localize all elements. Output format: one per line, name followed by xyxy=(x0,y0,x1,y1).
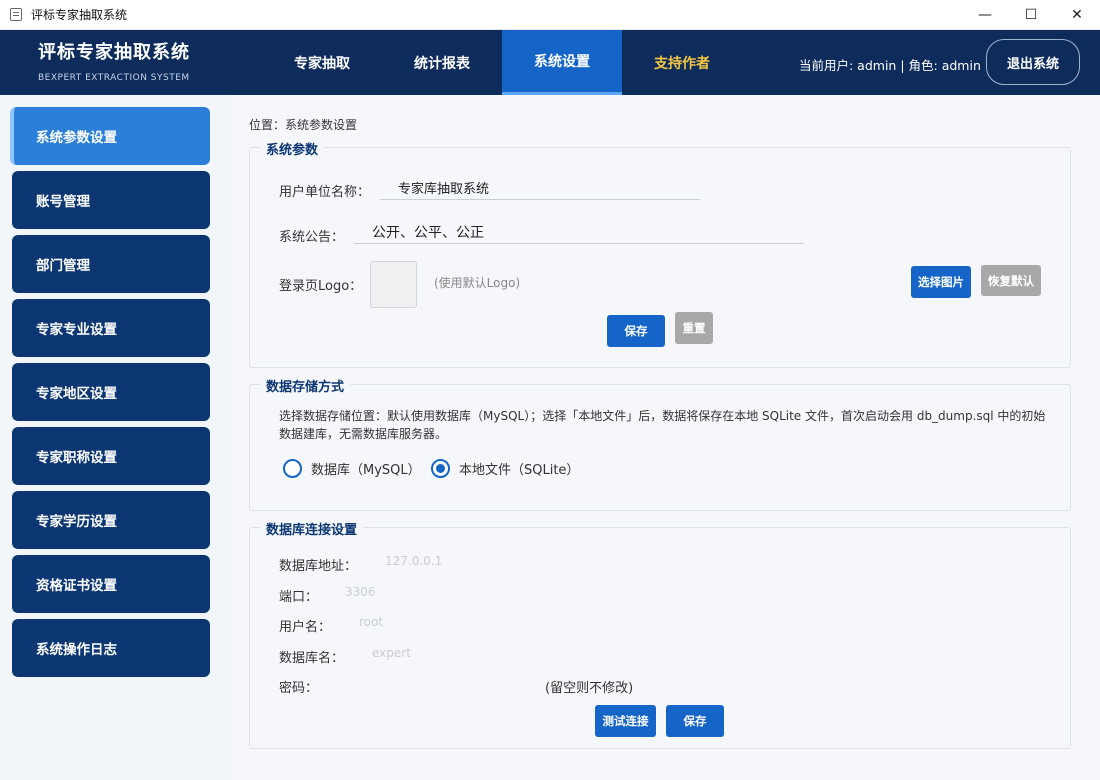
db-host-label: 数据库地址： xyxy=(279,559,358,574)
radio-mysql[interactable]: 数据库（MySQL） xyxy=(283,459,421,478)
logout-button[interactable]: 退出系统 xyxy=(986,39,1080,85)
sidebar-item-title[interactable]: 专家职称设置 xyxy=(12,427,210,485)
db-connection-group: 数据库连接设置 数据库地址： 127.0.0.1 端口： 3306 用户名： r… xyxy=(249,519,1071,749)
select-image-button[interactable]: 选择图片 xyxy=(911,266,971,298)
db-user-label: 用户名： xyxy=(279,620,332,635)
nav-system-settings[interactable]: 系统设置 xyxy=(502,30,622,95)
breadcrumb: 位置：系统参数设置 xyxy=(249,118,358,132)
logo-preview xyxy=(370,261,417,308)
notice-input[interactable]: 公开、公平、公正 xyxy=(354,220,804,244)
logo-label: 登录页Logo： xyxy=(279,279,363,294)
nav-expert-extraction[interactable]: 专家抽取 xyxy=(262,30,382,95)
top-nav: 专家抽取 统计报表 系统设置 支持作者 xyxy=(262,30,742,95)
sidebar-item-education[interactable]: 专家学历设置 xyxy=(12,491,210,549)
db-host-input[interactable]: 127.0.0.1 xyxy=(385,554,442,568)
sidebar-item-department[interactable]: 部门管理 xyxy=(12,235,210,293)
db-password-hint: (留空则不修改) xyxy=(545,681,634,696)
app-icon xyxy=(10,8,22,21)
storage-group: 数据存储方式 选择数据存储位置：默认使用数据库（MySQL）；选择「本地文件」后… xyxy=(249,376,1071,511)
sidebar-item-operation-log[interactable]: 系统操作日志 xyxy=(12,619,210,677)
nav-statistics-report[interactable]: 统计报表 xyxy=(382,30,502,95)
minimize-button[interactable]: — xyxy=(962,0,1008,30)
storage-title: 数据存储方式 xyxy=(260,376,351,395)
org-name-label: 用户单位名称： xyxy=(279,185,371,200)
system-params-group: 系统参数 用户单位名称： 专家库抽取系统 系统公告： 公开、公平、公正 登录页L… xyxy=(249,139,1071,368)
radio-sqlite[interactable]: 本地文件（SQLite） xyxy=(431,459,579,478)
save-db-button[interactable]: 保存 xyxy=(666,705,724,737)
sidebar-item-certificate[interactable]: 资格证书设置 xyxy=(12,555,210,613)
app-header: 评标专家抽取系统 BEXPERT EXTRACTION SYSTEM 专家抽取 … xyxy=(0,30,1100,95)
sidebar-item-region[interactable]: 专家地区设置 xyxy=(12,363,210,421)
window-controls: — ☐ ✕ xyxy=(962,0,1100,30)
org-name-input[interactable]: 专家库抽取系统 xyxy=(380,176,700,200)
window-titlebar: 评标专家抽取系统 — ☐ ✕ xyxy=(0,0,1100,30)
radio-sqlite-indicator[interactable] xyxy=(431,459,450,478)
app-title: 评标专家抽取系统 xyxy=(38,42,190,63)
main-content: 位置：系统参数设置 系统参数 用户单位名称： 专家库抽取系统 系统公告： 公开、… xyxy=(230,95,1100,780)
db-name-input[interactable]: expert xyxy=(372,646,411,660)
logo-hint: (使用默认Logo) xyxy=(434,276,521,290)
storage-description: 选择数据存储位置：默认使用数据库（MySQL）；选择「本地文件」后，数据将保存在… xyxy=(279,409,1046,441)
close-button[interactable]: ✕ xyxy=(1054,0,1100,30)
restore-default-button[interactable]: 恢复默认 xyxy=(981,265,1041,296)
app-subtitle: BEXPERT EXTRACTION SYSTEM xyxy=(38,73,190,83)
current-user-info: 当前用户: admin | 角色: admin xyxy=(799,58,981,73)
notice-label: 系统公告： xyxy=(279,230,345,245)
maximize-button[interactable]: ☐ xyxy=(1008,0,1054,30)
radio-mysql-indicator[interactable] xyxy=(283,459,302,478)
system-params-title: 系统参数 xyxy=(260,139,325,158)
db-port-input[interactable]: 3306 xyxy=(345,585,376,599)
db-connection-title: 数据库连接设置 xyxy=(260,519,364,538)
sidebar-item-system-params[interactable]: 系统参数设置 xyxy=(10,107,210,165)
sidebar: 系统参数设置 账号管理 部门管理 专家专业设置 专家地区设置 专家职称设置 专家… xyxy=(0,95,230,780)
radio-mysql-label: 数据库（MySQL） xyxy=(311,463,421,478)
save-params-button[interactable]: 保存 xyxy=(607,315,665,347)
radio-sqlite-label: 本地文件（SQLite） xyxy=(459,463,580,478)
reset-params-button[interactable]: 重置 xyxy=(675,312,713,344)
db-password-label: 密码： xyxy=(279,681,319,696)
test-connection-button[interactable]: 测试连接 xyxy=(595,705,656,737)
nav-support-author[interactable]: 支持作者 xyxy=(622,30,742,95)
window-title: 评标专家抽取系统 xyxy=(31,8,128,22)
db-port-label: 端口： xyxy=(279,590,319,605)
sidebar-item-specialty[interactable]: 专家专业设置 xyxy=(12,299,210,357)
sidebar-item-account[interactable]: 账号管理 xyxy=(12,171,210,229)
db-user-input[interactable]: root xyxy=(359,615,383,629)
db-name-label: 数据库名： xyxy=(279,651,345,666)
